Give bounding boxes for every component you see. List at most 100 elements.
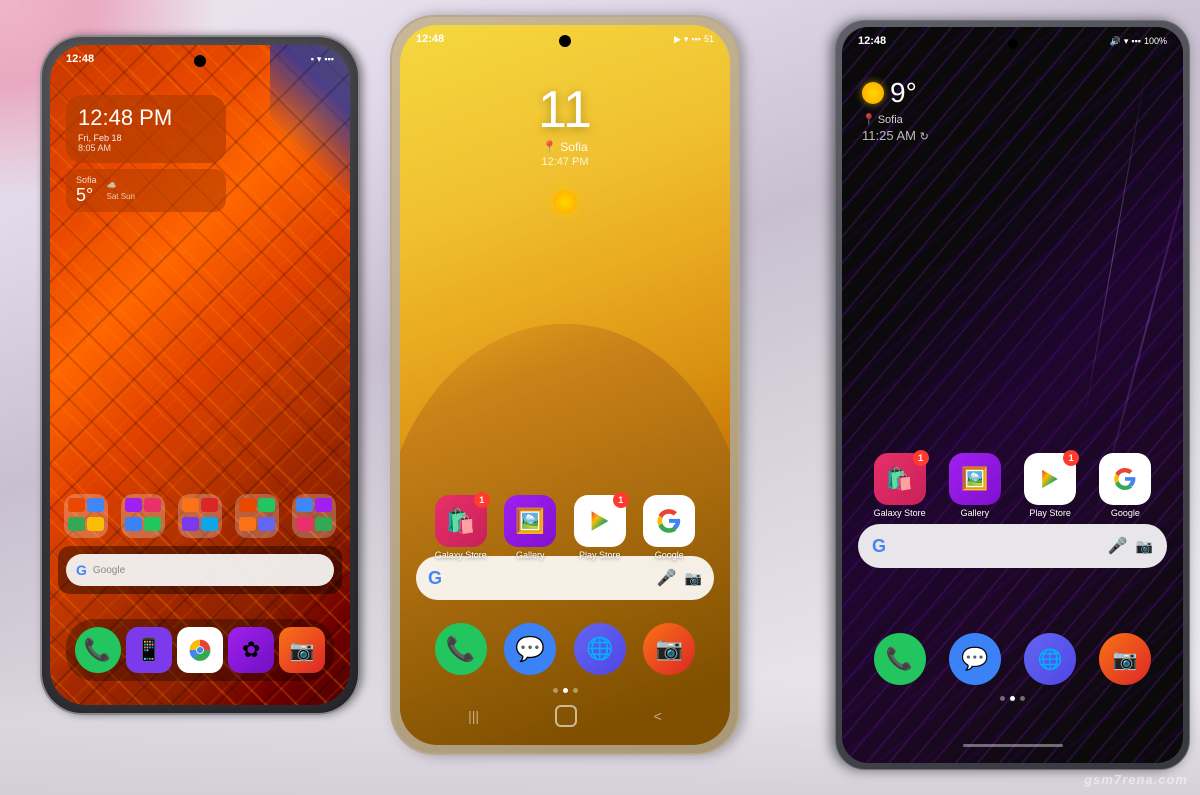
- galaxy-store-label: Galaxy Store: [435, 550, 487, 560]
- right-play-store-icon[interactable]: 1: [1024, 453, 1076, 505]
- center-gallery[interactable]: 🖼️ Gallery: [500, 495, 562, 560]
- center-google[interactable]: Google: [639, 495, 701, 560]
- right-gallery-icon[interactable]: 🖼️: [949, 453, 1001, 505]
- location-pin-icon: 📍: [542, 140, 557, 154]
- phone-right-status-icons: 🔊 ▾ ▪▪▪ 100%: [1110, 36, 1167, 47]
- phone-left-weather-icon: ☁️: [107, 181, 135, 190]
- center-camera[interactable]: 📷: [639, 623, 701, 675]
- right-play-store-svg: [1037, 466, 1063, 492]
- center-messages[interactable]: 💬: [500, 623, 562, 675]
- folder-3[interactable]: [178, 494, 222, 538]
- phone-center-status-icons: ▶ ▾ ▪▪▪ 51: [674, 34, 714, 45]
- folder-4[interactable]: [235, 494, 279, 538]
- right-gallery-label: Gallery: [961, 508, 990, 518]
- dock-phone-icon[interactable]: 📞: [75, 627, 121, 673]
- scene: 12:48 ▪ ▾ ▪▪▪ 12:48 PM Fri, Feb 18 8:05 …: [0, 0, 1200, 795]
- phone-right-widgets: 9° 📍 Sofia 11:25 AM ↻: [862, 77, 929, 143]
- volume-down-button[interactable]: [40, 192, 42, 220]
- volume-up-button[interactable]: [40, 157, 42, 185]
- phone-left-weather-widget: Sofia 5° ☁️ Sat Sun: [66, 169, 226, 212]
- nav-pill[interactable]: [963, 744, 1063, 747]
- folder-5[interactable]: [292, 494, 336, 538]
- phone-right-app-row-2: 📞 💬 🌐 📷: [867, 633, 1158, 685]
- phone-left: 12:48 ▪ ▾ ▪▪▪ 12:48 PM Fri, Feb 18 8:05 …: [40, 35, 360, 715]
- nav-recents[interactable]: |||: [468, 708, 479, 724]
- camera-icon[interactable]: 📷: [643, 623, 695, 675]
- right-phone[interactable]: 📞: [867, 633, 932, 685]
- nav-home[interactable]: [555, 705, 577, 727]
- right-dot-3: [1020, 696, 1025, 701]
- phone-left-wifi-icon: ▾: [317, 54, 322, 65]
- right-google-label: Google: [1111, 508, 1140, 518]
- right-location-pin: 📍: [862, 113, 876, 126]
- right-vol-down[interactable]: [835, 191, 836, 221]
- power-button[interactable]: [358, 177, 360, 227]
- right-play-store[interactable]: 1 Play Store: [1018, 453, 1083, 518]
- center-galaxy-store[interactable]: 🛍️ 1 Galaxy Store: [430, 495, 492, 560]
- folder-1[interactable]: [64, 494, 108, 538]
- dock-flowers-icon[interactable]: ✿: [228, 627, 274, 673]
- right-google[interactable]: Google: [1093, 453, 1158, 518]
- right-galaxy-store[interactable]: 🛍️ 1 Galaxy Store: [867, 453, 932, 518]
- center-play-store[interactable]: 1 Play Store: [569, 495, 631, 560]
- right-internet[interactable]: 🌐: [1018, 633, 1083, 685]
- right-wifi-icon: ▾: [1124, 36, 1129, 47]
- right-phone-icon[interactable]: 📞: [874, 633, 926, 685]
- right-location-widget: 📍 Sofia: [862, 113, 929, 126]
- phone-left-notification-icon: ▪: [311, 54, 314, 64]
- right-gallery[interactable]: 🖼️ Gallery: [942, 453, 1007, 518]
- phone-center-search-bar[interactable]: G 🎤 📷: [416, 556, 714, 600]
- center-signal-icon: ▪▪▪: [691, 34, 701, 44]
- phone-left-time: 12:48: [66, 53, 94, 65]
- internet-icon[interactable]: 🌐: [574, 623, 626, 675]
- phone-right-search-bar[interactable]: G 🎤 📷: [858, 524, 1167, 568]
- right-messages[interactable]: 💬: [942, 633, 1007, 685]
- gallery-icon[interactable]: 🖼️: [504, 495, 556, 547]
- right-sync-icon: ↻: [920, 131, 929, 143]
- center-lens-icon[interactable]: 📷: [685, 570, 702, 587]
- right-sound-icon: 🔊: [1110, 36, 1121, 47]
- nav-back[interactable]: <: [654, 708, 662, 724]
- center-notif-icon: ▶: [674, 34, 681, 45]
- google-search-g: G: [76, 562, 87, 578]
- center-clock-time: 11: [400, 80, 730, 140]
- messages-icon[interactable]: 💬: [504, 623, 556, 675]
- phone-icon[interactable]: 📞: [435, 623, 487, 675]
- right-dot-1: [1000, 696, 1005, 701]
- right-vol-up[interactable]: [835, 151, 836, 181]
- google-icon[interactable]: [643, 495, 695, 547]
- right-google-icon[interactable]: [1099, 453, 1151, 505]
- play-store-icon[interactable]: 1: [574, 495, 626, 547]
- dock-camera-icon[interactable]: 📷: [279, 627, 325, 673]
- phone-right-screen: 12:48 🔊 ▾ ▪▪▪ 100% 9°: [842, 27, 1183, 763]
- galaxy-store-icon[interactable]: 🛍️ 1: [435, 495, 487, 547]
- phone-right: 12:48 🔊 ▾ ▪▪▪ 100% 9°: [835, 20, 1190, 770]
- phone-center-clock: 11 📍 Sofia 12:47 PM: [400, 80, 730, 168]
- folder-2[interactable]: [121, 494, 165, 538]
- right-signal-icon: ▪▪▪: [1131, 36, 1141, 46]
- dot-1: [553, 688, 558, 693]
- center-phone[interactable]: 📞: [430, 623, 492, 675]
- right-messages-icon[interactable]: 💬: [949, 633, 1001, 685]
- right-mic-icon[interactable]: 🎤: [1108, 536, 1128, 556]
- right-camera-icon[interactable]: 📷: [1099, 633, 1151, 685]
- right-camera[interactable]: 📷: [1093, 633, 1158, 685]
- phone-left-google-widget[interactable]: G Google: [58, 546, 342, 594]
- center-internet[interactable]: 🌐: [569, 623, 631, 675]
- phone-center-screen: 12:48 ▶ ▾ ▪▪▪ 51 11 📍 Sofia: [400, 25, 730, 745]
- right-power[interactable]: [1189, 171, 1190, 226]
- right-internet-icon[interactable]: 🌐: [1024, 633, 1076, 685]
- right-weather-widget: 9°: [862, 77, 929, 109]
- right-page-dots: [842, 696, 1183, 701]
- dock-viber-icon[interactable]: 📱: [126, 627, 172, 673]
- center-mic-icon[interactable]: 🎤: [657, 568, 677, 588]
- right-play-store-badge: 1: [1063, 450, 1079, 466]
- gallery-label: Gallery: [516, 550, 545, 560]
- phone-right-nav-bar: [842, 744, 1183, 747]
- center-page-dots: [400, 688, 730, 693]
- dock-chrome-icon[interactable]: [177, 627, 223, 673]
- dot-3: [573, 688, 578, 693]
- right-galaxy-store-icon[interactable]: 🛍️ 1: [874, 453, 926, 505]
- right-lens-icon[interactable]: 📷: [1136, 538, 1153, 555]
- right-galaxy-store-label: Galaxy Store: [874, 508, 926, 518]
